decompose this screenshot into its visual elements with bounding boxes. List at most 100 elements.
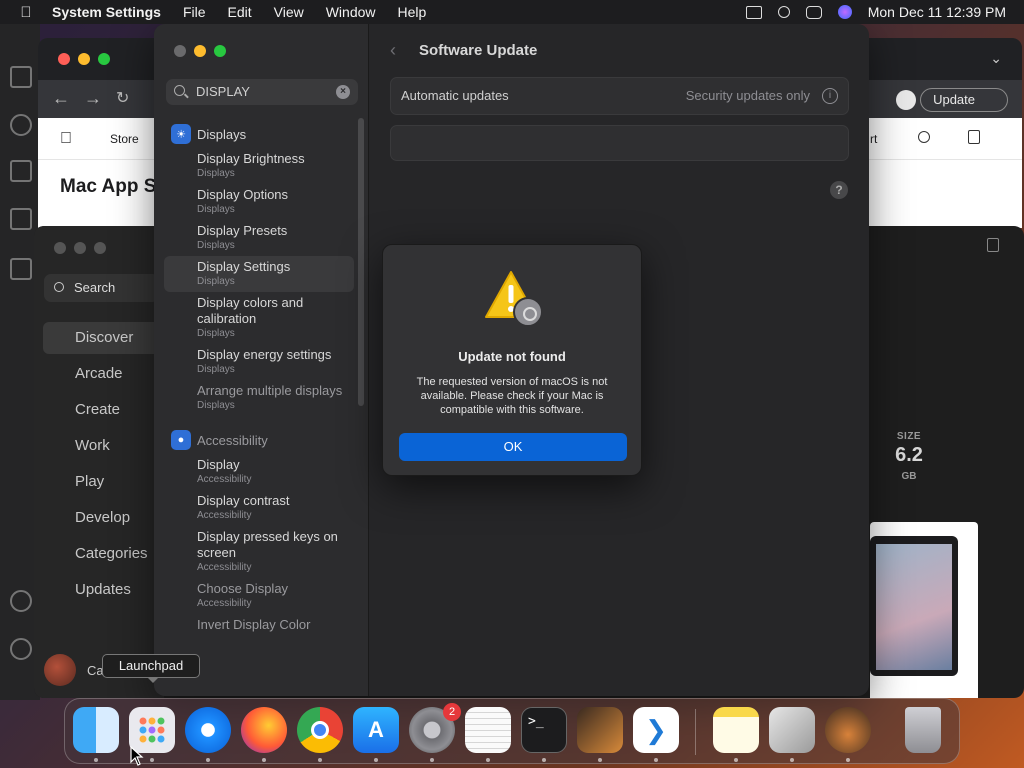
info-icon[interactable]: i <box>822 88 838 104</box>
textedit-icon[interactable] <box>465 707 511 753</box>
settings-search-input[interactable]: DISPLAY × <box>166 79 358 105</box>
disk-utility-icon[interactable] <box>769 707 815 753</box>
result-display-energy[interactable]: Display energy settings Displays <box>164 344 354 380</box>
finder-icon[interactable] <box>73 707 119 753</box>
menubar-clock[interactable]: Mon Dec 11 12:39 PM <box>868 4 1006 20</box>
spotlight-icon[interactable] <box>777 6 790 18</box>
macbook-screen <box>870 536 958 676</box>
result-arrange-displays[interactable]: Arrange multiple displays Displays <box>164 380 354 416</box>
result-title: Display Options <box>197 187 289 202</box>
back-icon[interactable]: ← <box>52 88 70 109</box>
app-store-search-input[interactable]: Search <box>44 274 159 302</box>
trash-icon[interactable] <box>905 707 941 753</box>
nav-play[interactable]: Play <box>75 473 104 490</box>
result-choose-display[interactable]: Choose Display Accessibility <box>164 578 354 614</box>
menu-window[interactable]: Window <box>326 4 376 20</box>
minimize-window-button[interactable] <box>78 53 90 65</box>
result-invert-display-color[interactable]: Invert Display Color <box>164 614 354 637</box>
extensions-icon[interactable] <box>10 258 32 280</box>
reload-icon[interactable]: ↻ <box>116 88 129 108</box>
chevron-down-icon[interactable]: ⌄ <box>990 50 1002 67</box>
gear-icon[interactable] <box>10 638 32 660</box>
zoom-window-button[interactable] <box>98 53 110 65</box>
menu-file[interactable]: File <box>183 4 206 20</box>
back-chevron-icon[interactable]: ‹ <box>390 40 396 61</box>
menu-help[interactable]: Help <box>398 4 427 20</box>
avatar[interactable] <box>44 654 76 686</box>
nav-create[interactable]: Create <box>75 401 120 418</box>
result-display-pressed-keys[interactable]: Display pressed keys on screen Accessibi… <box>164 526 354 578</box>
garageband-icon[interactable] <box>577 707 623 753</box>
control-center-icon[interactable] <box>805 5 822 19</box>
result-display-brightness[interactable]: Display Brightness Displays <box>164 148 354 184</box>
automatic-updates-value: Security updates only <box>685 88 810 103</box>
vscode-icon[interactable]: ❯ <box>633 707 679 753</box>
app-store-icon[interactable]: A <box>353 707 399 753</box>
minimize-window-button[interactable] <box>74 242 86 254</box>
clear-search-icon[interactable]: × <box>336 85 350 99</box>
running-indicator <box>318 758 322 762</box>
page-title: Software Update <box>419 42 538 59</box>
menu-edit[interactable]: Edit <box>228 4 252 20</box>
nav-discover[interactable]: Discover <box>75 329 133 346</box>
nav-develop[interactable]: Develop <box>75 509 130 526</box>
result-display-options[interactable]: Display Options Displays <box>164 184 354 220</box>
update-not-found-alert: Update not found The requested version o… <box>382 244 642 476</box>
zoom-window-button[interactable] <box>214 45 226 57</box>
help-icon[interactable]: ? <box>830 181 848 199</box>
app-store-sidebar: Search Discover Arcade Create Work Play … <box>34 226 164 698</box>
result-display-colors[interactable]: Display colors and calibration Displays <box>164 292 354 344</box>
nav-updates[interactable]: Updates <box>75 581 131 598</box>
ok-button[interactable]: OK <box>399 433 627 461</box>
nav-support-link[interactable]: rt <box>870 132 877 146</box>
nav-work[interactable]: Work <box>75 437 110 454</box>
dock-tooltip: Launchpad <box>102 654 200 683</box>
apple-logo-icon[interactable]:  <box>60 130 72 148</box>
close-window-button[interactable] <box>58 53 70 65</box>
sidebar-scrollbar[interactable] <box>358 118 364 406</box>
source-control-icon[interactable] <box>10 160 32 182</box>
search-icon[interactable] <box>918 131 930 143</box>
chrome-icon[interactable] <box>297 707 343 753</box>
minimize-window-button[interactable] <box>194 45 206 57</box>
dock: A 2 >_ ❯ <box>64 698 960 764</box>
size-label: SIZE <box>896 431 922 442</box>
terminal-icon[interactable]: >_ <box>521 707 567 753</box>
app-name-menu[interactable]: System Settings <box>52 4 161 20</box>
running-indicator <box>262 758 266 762</box>
nav-categories[interactable]: Categories <box>75 545 148 562</box>
search-icon[interactable] <box>10 114 32 136</box>
stage-manager-icon[interactable] <box>745 5 762 19</box>
explorer-icon[interactable] <box>10 66 32 88</box>
run-debug-icon[interactable] <box>10 208 32 230</box>
forward-icon[interactable]: → <box>84 88 102 109</box>
zoom-window-button[interactable] <box>94 242 106 254</box>
installer-icon[interactable] <box>825 707 871 753</box>
firefox-icon[interactable] <box>241 707 287 753</box>
profile-icon[interactable] <box>896 90 916 110</box>
automatic-updates-row[interactable]: Automatic updates Security updates only … <box>390 77 849 115</box>
running-indicator <box>94 758 98 762</box>
nav-arcade[interactable]: Arcade <box>75 365 123 382</box>
result-display-accessibility[interactable]: Display Accessibility <box>164 454 354 490</box>
close-window-button[interactable] <box>54 242 66 254</box>
apple-menu-icon[interactable]:  <box>0 4 52 21</box>
result-display-contrast[interactable]: Display contrast Accessibility <box>164 490 354 526</box>
result-display-settings[interactable]: Display Settings Displays <box>164 256 354 292</box>
close-window-button[interactable] <box>174 45 186 57</box>
result-title: Display contrast <box>197 493 290 508</box>
section-header-accessibility[interactable]: ● Accessibility <box>164 426 354 454</box>
notes-icon[interactable] <box>713 707 759 753</box>
section-header-displays[interactable]: ☀ Displays <box>164 120 354 148</box>
account-icon[interactable] <box>10 590 32 612</box>
safari-icon[interactable] <box>185 707 231 753</box>
share-icon[interactable] <box>987 238 999 252</box>
menu-view[interactable]: View <box>274 4 304 20</box>
bag-icon[interactable] <box>968 130 980 144</box>
result-title: Display Settings <box>197 259 291 274</box>
result-display-presets[interactable]: Display Presets Displays <box>164 220 354 256</box>
section-header-label: Displays <box>197 126 247 142</box>
siri-icon[interactable] <box>837 5 852 19</box>
browser-update-button[interactable]: Update <box>920 88 1008 112</box>
nav-store-link[interactable]: Store <box>110 132 139 146</box>
